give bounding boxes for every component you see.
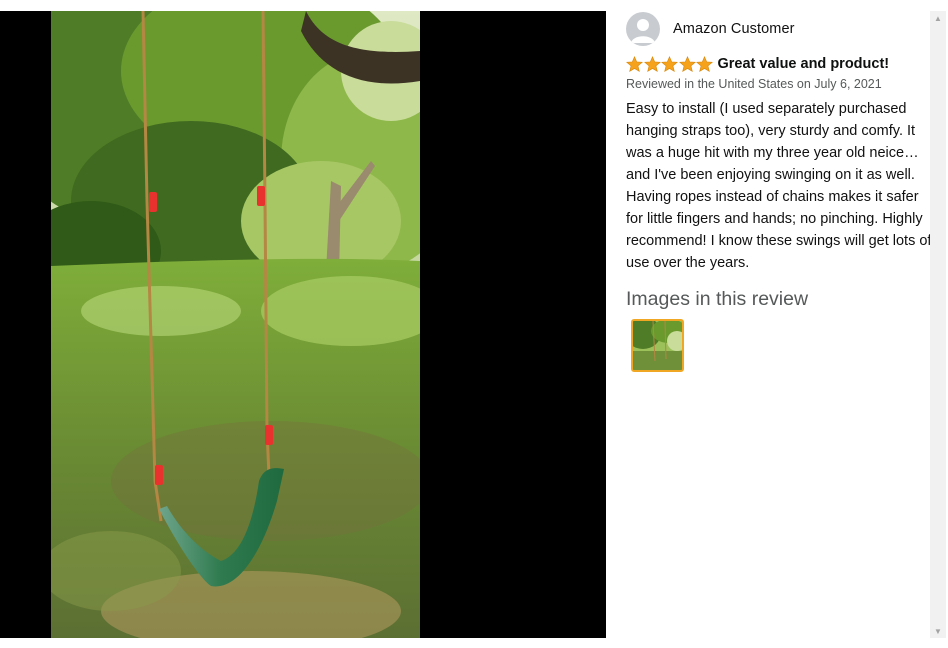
triangle-up-icon[interactable]: ▲	[930, 11, 946, 25]
reviewer-profile[interactable]: Amazon Customer	[626, 11, 930, 47]
star-icon	[626, 55, 643, 72]
triangle-down-icon[interactable]: ▼	[930, 624, 946, 638]
image-viewer	[0, 11, 606, 638]
scrollbar[interactable]: ▲ ▼	[930, 11, 946, 638]
review-photo[interactable]	[51, 11, 420, 638]
review-title: Great value and product!	[717, 56, 890, 72]
review-panel: Amazon Customer Great value and product!…	[606, 11, 931, 638]
review-body: Easy to install (I used separately purch…	[626, 101, 932, 271]
reviewer-name[interactable]: Amazon Customer	[673, 21, 795, 37]
star-icon	[696, 55, 713, 72]
review-image-thumbnail[interactable]	[631, 319, 684, 372]
review-meta: Reviewed in the United States on July 6,…	[626, 77, 882, 91]
star-icon	[661, 55, 678, 72]
review-image-viewer: Amazon Customer Great value and product!…	[0, 0, 948, 648]
star-icon	[678, 55, 696, 72]
person-icon	[626, 12, 660, 46]
rating-row: Great value and product!	[626, 54, 930, 74]
star-rating[interactable]	[626, 55, 714, 73]
images-heading: Images in this review	[626, 288, 809, 310]
star-icon	[643, 55, 661, 72]
